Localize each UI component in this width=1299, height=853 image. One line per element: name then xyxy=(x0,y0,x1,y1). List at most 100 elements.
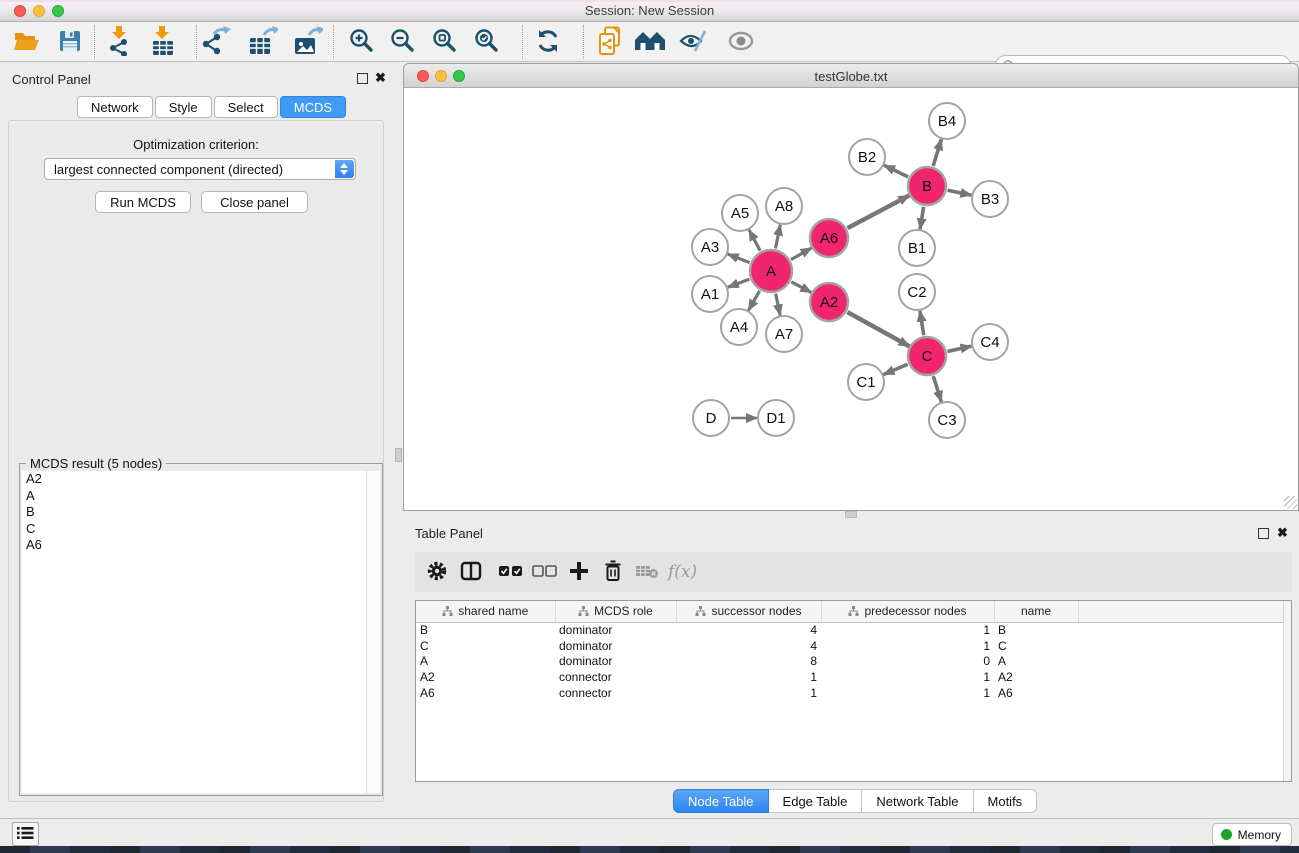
cell[interactable]: dominator xyxy=(555,654,676,670)
column-header-successor-nodes[interactable]: successor nodes xyxy=(676,601,821,622)
tab-node-table[interactable]: Node Table xyxy=(673,789,769,813)
graph-node-c4[interactable]: C4 xyxy=(972,324,1008,360)
deselect-all-button[interactable] xyxy=(528,556,562,588)
cell[interactable]: 0 xyxy=(821,654,994,670)
result-scrollbar[interactable] xyxy=(366,471,380,793)
close-table-panel-icon[interactable]: ✖ xyxy=(1276,526,1289,539)
network-canvas[interactable]: B4B2BB3A5A8A6A3B1AC2A1A2A4A7C4CC1DD1C3 xyxy=(404,88,1298,510)
select-all-button[interactable] xyxy=(494,556,528,588)
graph-edge-a-a3[interactable] xyxy=(728,254,750,263)
horizontal-splitter-handle[interactable] xyxy=(845,511,857,518)
graph-edge-a-a8[interactable] xyxy=(776,225,781,249)
zoom-fit-button[interactable] xyxy=(428,26,462,58)
graph-node-a[interactable]: A xyxy=(750,250,792,292)
export-image-button[interactable] xyxy=(291,26,325,58)
graph-edge-b-b2[interactable] xyxy=(884,165,908,177)
cell[interactable]: A2 xyxy=(994,669,1078,685)
graph-node-b[interactable]: B xyxy=(908,167,946,205)
graph-edge-c-c4[interactable] xyxy=(947,346,971,351)
graph-edge-b-b3[interactable] xyxy=(948,190,972,195)
graph-edge-c-c3[interactable] xyxy=(933,376,941,402)
zoom-selected-button[interactable] xyxy=(470,26,504,58)
window-resize-grip[interactable] xyxy=(1284,496,1297,509)
graph-edge-a2-c[interactable] xyxy=(847,312,909,346)
result-item-a[interactable]: A xyxy=(22,488,366,505)
graph-node-a4[interactable]: A4 xyxy=(721,309,757,345)
tab-mcds[interactable]: MCDS xyxy=(280,96,346,118)
import-table-button[interactable] xyxy=(146,26,180,58)
graph-edge-b-b4[interactable] xyxy=(933,139,941,166)
column-header-mcds-role[interactable]: MCDS role xyxy=(555,601,676,622)
cell[interactable]: 1 xyxy=(676,669,821,685)
cell[interactable]: connector xyxy=(555,669,676,685)
graph-node-b2[interactable]: B2 xyxy=(849,139,885,175)
table-scrollbar[interactable] xyxy=(1283,601,1291,781)
graph-edge-a6-b[interactable] xyxy=(848,195,910,228)
show-details-button[interactable] xyxy=(724,26,758,58)
cell[interactable]: C xyxy=(994,638,1078,654)
cell[interactable]: connector xyxy=(555,685,676,701)
graph-node-a5[interactable]: A5 xyxy=(722,195,758,231)
home-button[interactable] xyxy=(633,26,667,58)
cell[interactable]: A2 xyxy=(416,669,555,685)
cell[interactable]: 1 xyxy=(821,685,994,701)
save-session-button[interactable] xyxy=(53,26,87,58)
cell[interactable]: 1 xyxy=(821,622,994,638)
import-network-button[interactable] xyxy=(103,26,137,58)
result-item-c[interactable]: C xyxy=(22,521,366,538)
hide-details-button[interactable] xyxy=(677,26,711,58)
graph-node-c2[interactable]: C2 xyxy=(899,274,935,310)
cell[interactable]: A6 xyxy=(416,685,555,701)
float-panel-icon[interactable] xyxy=(357,73,368,84)
tab-network-table[interactable]: Network Table xyxy=(862,789,973,813)
graph-node-b1[interactable]: B1 xyxy=(899,230,935,266)
graph-edge-a-a2[interactable] xyxy=(791,282,811,293)
cell[interactable]: B xyxy=(994,622,1078,638)
tab-select[interactable]: Select xyxy=(214,96,278,118)
graph-node-a1[interactable]: A1 xyxy=(692,276,728,312)
graph-node-b3[interactable]: B3 xyxy=(972,181,1008,217)
close-panel-button[interactable]: Close panel xyxy=(201,191,308,213)
cell[interactable]: 4 xyxy=(676,622,821,638)
graph-node-a8[interactable]: A8 xyxy=(766,188,802,224)
new-session-button[interactable] xyxy=(594,26,628,58)
tab-network[interactable]: Network xyxy=(77,96,153,118)
graph-node-a2[interactable]: A2 xyxy=(810,283,848,321)
memory-button[interactable]: Memory xyxy=(1212,823,1292,846)
close-panel-icon[interactable]: ✖ xyxy=(374,71,387,84)
cell[interactable]: 8 xyxy=(676,654,821,670)
tab-edge-table[interactable]: Edge Table xyxy=(769,789,863,813)
cell[interactable]: A6 xyxy=(994,685,1078,701)
result-item-a6[interactable]: A6 xyxy=(22,537,366,554)
zoom-out-button[interactable] xyxy=(386,26,420,58)
column-header-name[interactable]: name xyxy=(994,601,1078,622)
optimization-criterion-select[interactable]: largest connected component (directed) xyxy=(44,158,356,180)
cell[interactable]: dominator xyxy=(555,622,676,638)
column-header-predecessor-nodes[interactable]: predecessor nodes xyxy=(821,601,994,622)
graph-edge-c-c2[interactable] xyxy=(920,311,924,335)
tab-style[interactable]: Style xyxy=(155,96,212,118)
cell[interactable]: 1 xyxy=(676,685,821,701)
split-view-button[interactable] xyxy=(454,556,488,588)
export-table-button[interactable] xyxy=(246,26,280,58)
graph-edge-a-a1[interactable] xyxy=(728,279,750,287)
zoom-in-button[interactable] xyxy=(345,26,379,58)
task-history-button[interactable] xyxy=(12,822,39,846)
export-network-button[interactable] xyxy=(199,26,233,58)
column-header-shared-name[interactable]: shared name xyxy=(416,601,555,622)
run-mcds-button[interactable]: Run MCDS xyxy=(95,191,191,213)
cell[interactable]: dominator xyxy=(555,638,676,654)
graph-edge-b-b1[interactable] xyxy=(920,207,924,230)
delete-column-button[interactable] xyxy=(596,556,630,588)
open-file-button[interactable] xyxy=(10,26,44,58)
graph-node-c1[interactable]: C1 xyxy=(848,364,884,400)
cell[interactable]: 1 xyxy=(821,638,994,654)
float-table-panel-icon[interactable] xyxy=(1258,528,1269,539)
tab-motifs[interactable]: Motifs xyxy=(974,789,1038,813)
cell[interactable]: B xyxy=(416,622,555,638)
graph-edge-a-a7[interactable] xyxy=(776,294,781,316)
result-item-a2[interactable]: A2 xyxy=(22,471,366,488)
graph-node-d[interactable]: D xyxy=(693,400,729,436)
cell[interactable]: A xyxy=(416,654,555,670)
graph-node-c[interactable]: C xyxy=(908,337,946,375)
